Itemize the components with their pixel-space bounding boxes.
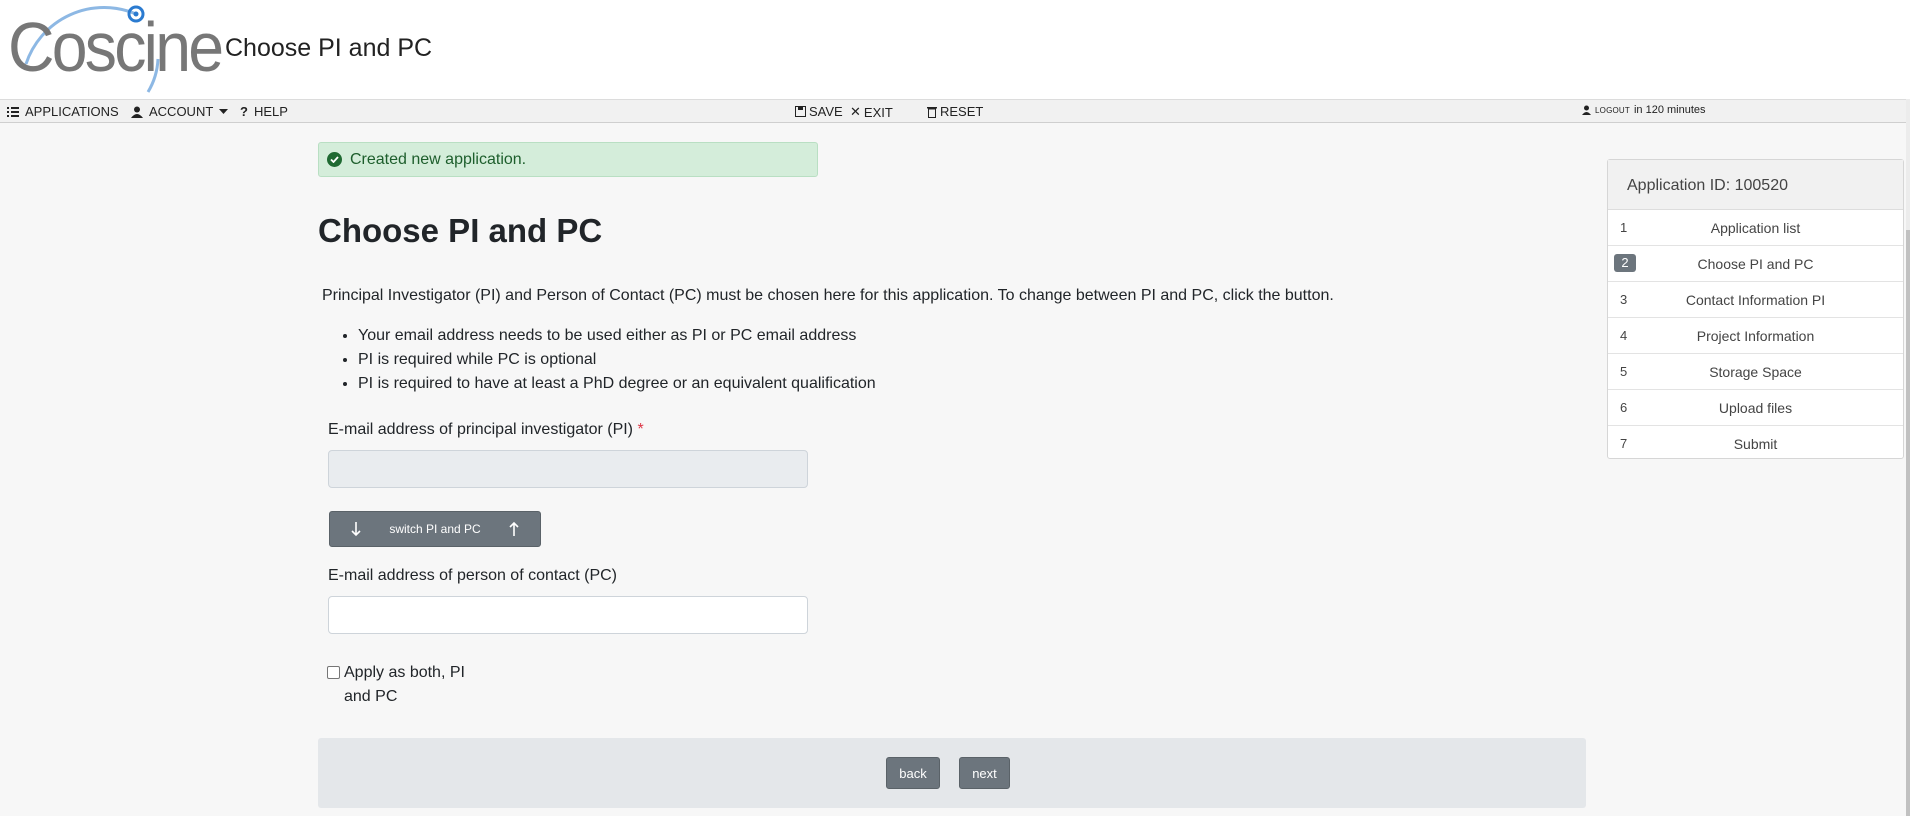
scrollbar-thumb[interactable] [1906, 230, 1910, 816]
apply-both-label: Apply as both, PI and PC [344, 664, 465, 705]
alert-message: Created new application. [350, 150, 527, 168]
steps-panel: Application ID: 100520 1 Application lis… [1607, 159, 1904, 459]
pc-email-input[interactable] [328, 596, 808, 634]
step-submit[interactable]: 7 Submit [1608, 426, 1903, 462]
trash-icon [927, 106, 937, 118]
user-icon [1582, 105, 1591, 115]
applications-label: APPLICATIONS [25, 104, 119, 119]
account-label: ACCOUNT [149, 104, 214, 119]
save-button[interactable]: SAVE [795, 104, 843, 119]
list-item: Your email address needs to be used eith… [358, 326, 876, 350]
reset-label: RESET [940, 104, 984, 119]
app-header: Coscine Choose PI and PC [0, 0, 1910, 99]
account-menu[interactable]: ACCOUNT [131, 104, 229, 119]
rules-list: Your email address needs to be used eith… [358, 326, 876, 398]
form-footer [318, 738, 1586, 808]
step-label: Storage Space [1709, 364, 1802, 380]
check-circle-icon [327, 152, 342, 167]
list-icon [7, 107, 19, 117]
step-label: Choose PI and PC [1697, 256, 1814, 272]
logo-text: Coscine [8, 8, 224, 86]
step-label: Application list [1710, 220, 1801, 236]
list-item: PI is required to have at least a PhD de… [358, 374, 876, 398]
step-storage-space[interactable]: 5 Storage Space [1608, 354, 1903, 390]
save-icon [795, 106, 806, 117]
user-icon [131, 106, 143, 118]
step-label: Project Information [1696, 328, 1815, 344]
applications-menu[interactable]: APPLICATIONS [7, 104, 119, 119]
list-item: PI is required while PC is optional [358, 350, 876, 374]
step-upload-files[interactable]: 6 Upload files [1608, 390, 1903, 426]
help-label: HELP [253, 104, 288, 119]
session-time: in 120 minutes [1633, 104, 1706, 116]
header-title: Choose PI and PC [225, 34, 433, 62]
success-alert: Created new application. [318, 142, 818, 177]
step-project-information[interactable]: 4 Project Information [1608, 318, 1903, 354]
session-info: LOGOUT in 120 minutes [1582, 104, 1706, 116]
switch-label: switch PI and PC [389, 522, 481, 536]
caret-down-icon [219, 108, 229, 114]
step-application-list[interactable]: 1 Application list [1608, 210, 1903, 246]
arrow-down-icon [351, 522, 361, 537]
step-label: Contact Information PI [1685, 292, 1826, 308]
switch-pi-pc-button[interactable]: switch PI and PC [329, 511, 541, 547]
step-label: Upload files [1718, 400, 1793, 416]
back-button[interactable]: back [886, 757, 940, 789]
apply-both-checkbox[interactable] [327, 666, 340, 679]
help-menu[interactable]: ? HELP [240, 104, 288, 119]
pi-email-label: E-mail address of principal investigator… [328, 421, 644, 439]
exit-button[interactable]: ✕ EXIT [850, 104, 893, 120]
next-button[interactable]: next [959, 757, 1010, 789]
apply-both-option[interactable]: Apply as both, PI and PC [327, 664, 494, 709]
save-label: SAVE [809, 104, 843, 119]
exit-label: EXIT [863, 104, 893, 120]
toolbar: APPLICATIONS ACCOUNT ? HELP SAVE ✕ EXIT … [0, 99, 1906, 123]
pi-email-label-text: E-mail address of principal investigator… [328, 421, 634, 438]
step-contact-information[interactable]: 3 Contact Information PI [1608, 282, 1903, 318]
reset-button[interactable]: RESET [927, 104, 983, 119]
required-mark: * [637, 421, 644, 438]
arrow-up-icon [509, 521, 519, 536]
coscine-logo[interactable]: Coscine [8, 4, 224, 96]
step-label: Submit [1733, 436, 1778, 452]
question-icon: ? [240, 104, 248, 119]
pc-email-label: E-mail address of person of contact (PC) [328, 567, 618, 584]
intro-text: Principal Investigator (PI) and Person o… [322, 287, 1334, 304]
logout-link[interactable]: LOGOUT [1595, 106, 1630, 115]
step-choose-pi-pc[interactable]: 2 Choose PI and PC [1608, 246, 1903, 282]
pi-email-input[interactable] [328, 450, 808, 488]
close-icon: ✕ [850, 104, 861, 119]
application-id: Application ID: 100520 [1608, 160, 1903, 210]
page-title: Choose PI and PC [318, 212, 603, 249]
